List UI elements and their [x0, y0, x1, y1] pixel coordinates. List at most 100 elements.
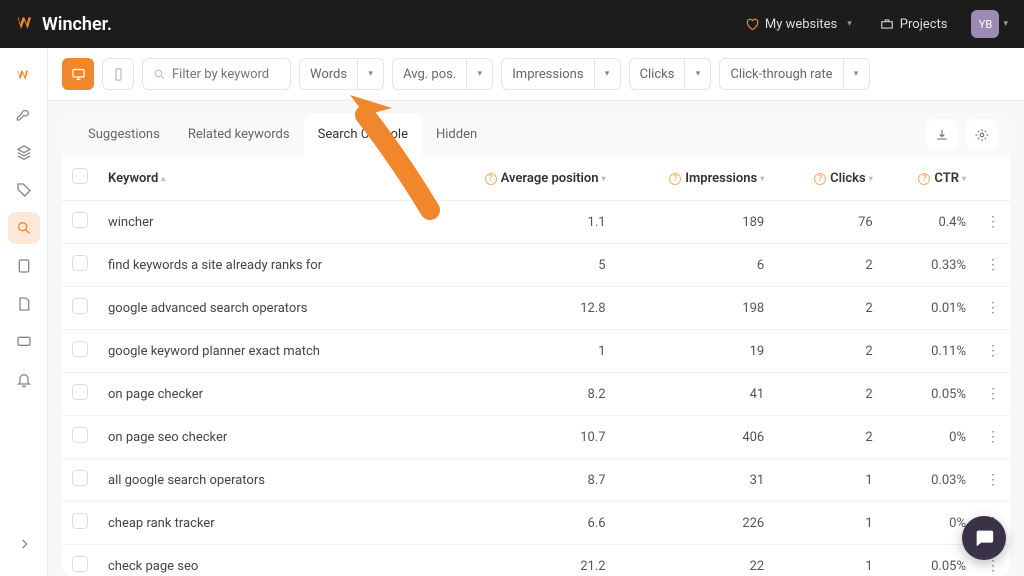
clicks-filter-label[interactable]: Clicks — [630, 67, 685, 82]
row-menu-button[interactable]: ⋮ — [976, 373, 1010, 416]
impressions-filter-label[interactable]: Impressions — [502, 67, 593, 82]
col-impressions[interactable]: ?Impressions▾ — [616, 156, 775, 201]
cell-keyword: on page checker — [98, 373, 421, 416]
cell-avgpos: 1.1 — [421, 201, 616, 244]
clicks-filter-drop[interactable]: ▾ — [684, 59, 710, 89]
rail-report[interactable] — [8, 250, 40, 282]
words-filter-drop[interactable]: ▾ — [357, 59, 383, 89]
row-checkbox[interactable] — [72, 384, 88, 400]
help-icon: ? — [485, 173, 497, 185]
keyword-filter[interactable] — [142, 58, 291, 90]
cell-keyword: cheap rank tracker — [98, 502, 421, 545]
row-menu-button[interactable]: ⋮ — [976, 459, 1010, 502]
rail-doc[interactable] — [8, 288, 40, 320]
row-checkbox[interactable] — [72, 556, 88, 572]
avgpos-filter: Avg. pos.▾ — [392, 58, 493, 90]
sort-asc-icon: ▴ — [161, 174, 165, 183]
heart-icon — [745, 17, 759, 31]
rail-logo[interactable] — [8, 60, 40, 92]
select-all-checkbox[interactable] — [72, 168, 88, 184]
rail-bell[interactable] — [8, 364, 40, 396]
chat-launcher[interactable] — [962, 516, 1006, 560]
wincher-logo-icon — [16, 14, 36, 34]
top-bar: Wincher. My websites ▾ Projects YB ▾ — [0, 0, 1024, 48]
table-row: all google search operators8.73110.03%⋮ — [62, 459, 1010, 502]
ctr-filter-label[interactable]: Click-through rate — [720, 67, 842, 82]
words-filter-label[interactable]: Words — [300, 67, 357, 82]
card: Suggestions Related keywords Search Cons… — [62, 113, 1010, 576]
row-checkbox[interactable] — [72, 298, 88, 314]
device-desktop-button[interactable] — [62, 58, 94, 90]
search-icon — [153, 68, 166, 81]
tab-hidden[interactable]: Hidden — [422, 113, 491, 156]
row-checkbox[interactable] — [72, 212, 88, 228]
col-keyword[interactable]: Keyword▴ — [98, 156, 421, 201]
chevron-down-icon[interactable]: ▾ — [1003, 19, 1008, 29]
table-row: on page checker8.24120.05%⋮ — [62, 373, 1010, 416]
impressions-filter-drop[interactable]: ▾ — [594, 59, 620, 89]
words-filter: Words▾ — [299, 58, 384, 90]
cell-keyword: on page seo checker — [98, 416, 421, 459]
avgpos-filter-drop[interactable]: ▾ — [466, 59, 492, 89]
rail-layers[interactable] — [8, 136, 40, 168]
cell-avgpos: 1 — [421, 330, 616, 373]
col-clicks[interactable]: ?Clicks▾ — [774, 156, 882, 201]
tab-related[interactable]: Related keywords — [174, 113, 304, 156]
side-rail — [0, 48, 48, 576]
col-avgpos[interactable]: ?Average position▾ — [421, 156, 616, 201]
keyword-filter-input[interactable] — [172, 67, 280, 82]
row-menu-button[interactable]: ⋮ — [976, 287, 1010, 330]
cell-impressions: 6 — [616, 244, 775, 287]
rail-screen[interactable] — [8, 326, 40, 358]
row-menu-button[interactable]: ⋮ — [976, 330, 1010, 373]
table-wrap: Keyword▴ ?Average position▾ ?Impressions… — [62, 156, 1010, 576]
cell-clicks: 1 — [774, 459, 882, 502]
row-menu-button[interactable]: ⋮ — [976, 201, 1010, 244]
avgpos-filter-label[interactable]: Avg. pos. — [393, 67, 466, 82]
cell-clicks: 2 — [774, 244, 882, 287]
row-checkbox[interactable] — [72, 427, 88, 443]
tab-suggestions[interactable]: Suggestions — [74, 113, 174, 156]
device-mobile-button[interactable] — [102, 58, 134, 90]
cell-ctr: 0.4% — [883, 201, 976, 244]
rail-search[interactable] — [8, 212, 40, 244]
cell-impressions: 406 — [616, 416, 775, 459]
ctr-filter: Click-through rate▾ — [719, 58, 869, 90]
sort-icon: ▾ — [869, 174, 873, 183]
tab-search-console[interactable]: Search Console — [304, 113, 422, 156]
brand[interactable]: Wincher. — [16, 14, 112, 35]
row-checkbox[interactable] — [72, 470, 88, 486]
cell-ctr: 0.05% — [883, 545, 976, 576]
cell-keyword: google advanced search operators — [98, 287, 421, 330]
cell-ctr: 0% — [883, 416, 976, 459]
row-checkbox[interactable] — [72, 513, 88, 529]
cell-ctr: 0.33% — [883, 244, 976, 287]
rail-tag[interactable] — [8, 174, 40, 206]
row-checkbox[interactable] — [72, 255, 88, 271]
download-button[interactable] — [926, 119, 958, 151]
filter-bar: Words▾ Avg. pos.▾ Impressions▾ Clicks▾ C… — [48, 48, 1024, 101]
rail-collapse[interactable] — [8, 528, 40, 560]
my-websites-menu[interactable]: My websites ▾ — [731, 17, 866, 32]
table-row: cheap rank tracker6.622610%⋮ — [62, 502, 1010, 545]
cell-avgpos: 5 — [421, 244, 616, 287]
cell-clicks: 2 — [774, 330, 882, 373]
cell-impressions: 31 — [616, 459, 775, 502]
ctr-filter-drop[interactable]: ▾ — [843, 59, 869, 89]
cell-clicks: 76 — [774, 201, 882, 244]
col-ctr[interactable]: ?CTR▾ — [883, 156, 976, 201]
cell-impressions: 226 — [616, 502, 775, 545]
briefcase-icon — [880, 17, 894, 31]
row-menu-button[interactable]: ⋮ — [976, 244, 1010, 287]
row-checkbox[interactable] — [72, 341, 88, 357]
cell-impressions: 198 — [616, 287, 775, 330]
row-menu-button[interactable]: ⋮ — [976, 416, 1010, 459]
cell-ctr: 0.01% — [883, 287, 976, 330]
cell-clicks: 1 — [774, 502, 882, 545]
cell-avgpos: 12.8 — [421, 287, 616, 330]
settings-button[interactable] — [966, 119, 998, 151]
table-row: find keywords a site already ranks for56… — [62, 244, 1010, 287]
projects-link[interactable]: Projects — [866, 17, 962, 32]
avatar[interactable]: YB — [971, 10, 999, 38]
rail-key[interactable] — [8, 98, 40, 130]
